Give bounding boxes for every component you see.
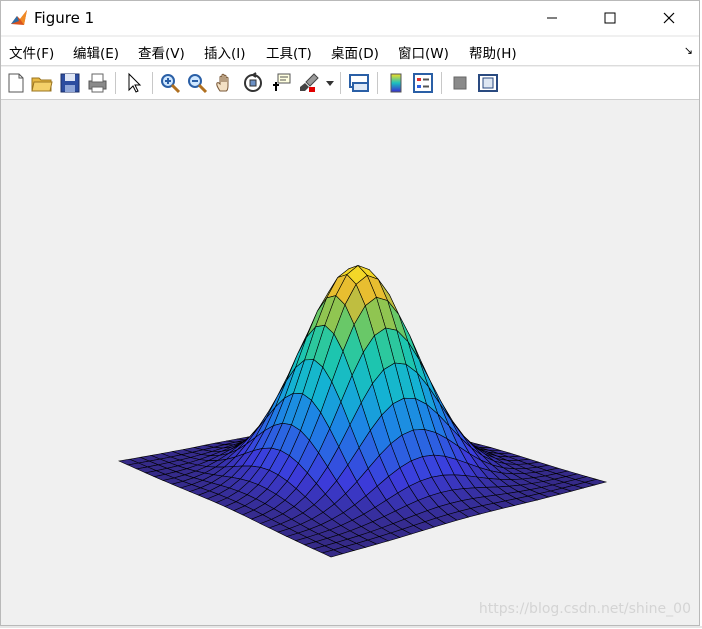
new-figure-button[interactable] — [4, 71, 28, 95]
menu-view[interactable]: 查看(V) — [138, 42, 185, 62]
legend-button[interactable] — [411, 71, 435, 95]
menu-edit[interactable]: 编辑(E) — [73, 42, 119, 62]
pan-button[interactable] — [213, 71, 237, 95]
zoom-in-icon — [161, 74, 181, 94]
rotate-3d-icon — [244, 72, 262, 92]
save-button[interactable] — [58, 71, 82, 95]
menu-window[interactable]: 窗口(W) — [398, 42, 449, 62]
link-plot-icon — [349, 74, 369, 92]
brush-dropdown-icon[interactable] — [326, 81, 334, 87]
brush-button[interactable] — [297, 71, 321, 95]
hand-pan-icon — [216, 73, 229, 92]
menu-insert[interactable]: 插入(I) — [204, 42, 246, 62]
menu-overflow-icon[interactable]: ↘ — [684, 44, 693, 57]
colorbar-button[interactable] — [384, 71, 408, 95]
maximize-button[interactable] — [587, 1, 633, 35]
zoom-in-button[interactable] — [158, 71, 182, 95]
menu-file[interactable]: 文件(F) — [9, 42, 54, 62]
toolbar-separator — [115, 72, 116, 94]
data-cursor-button[interactable] — [269, 71, 293, 95]
window-title: Figure 1 — [34, 9, 95, 27]
figure-toolbar — [1, 67, 699, 100]
folder-open-icon — [31, 77, 53, 92]
matlab-icon — [10, 9, 28, 27]
show-plot-tools-icon — [478, 74, 498, 92]
minimize-icon — [547, 17, 557, 19]
toolbar-separator — [152, 72, 153, 94]
menu-desktop[interactable]: 桌面(D) — [331, 42, 379, 62]
brush-icon — [300, 73, 319, 92]
legend-icon — [413, 73, 433, 93]
arrow-pointer-icon — [128, 72, 142, 93]
show-plot-tools-button[interactable] — [476, 71, 500, 95]
menu-bar: 文件(F) 编辑(E) 查看(V) 插入(I) 工具(T) 桌面(D) 窗口(W… — [1, 37, 699, 66]
floppy-disk-icon — [60, 73, 80, 93]
zoom-out-button[interactable] — [185, 71, 209, 95]
toolbar-separator — [441, 72, 442, 94]
printer-icon — [88, 73, 107, 93]
menu-tools[interactable]: 工具(T) — [266, 42, 312, 62]
hide-plot-tools-icon — [453, 76, 467, 90]
minimize-button[interactable] — [529, 1, 575, 35]
select-button[interactable] — [122, 71, 146, 95]
link-plot-button[interactable] — [347, 71, 371, 95]
hide-plot-tools-button[interactable] — [448, 71, 472, 95]
title-bar: Figure 1 — [1, 1, 699, 35]
toolbar-separator — [340, 72, 341, 94]
rotate-3d-button[interactable] — [241, 71, 265, 95]
watermark-text: https://blog.csdn.net/shine_00 — [478, 601, 691, 617]
figure-canvas[interactable]: https://blog.csdn.net/shine_00 — [1, 100, 699, 625]
close-icon — [663, 12, 675, 24]
close-button[interactable] — [646, 1, 692, 35]
zoom-out-icon — [188, 74, 208, 94]
print-button[interactable] — [85, 71, 109, 95]
data-tip-icon — [273, 73, 291, 91]
maximize-icon — [604, 12, 616, 24]
open-button[interactable] — [30, 71, 54, 95]
toolbar-separator — [377, 72, 378, 94]
colorbar-icon — [390, 73, 402, 93]
menu-help[interactable]: 帮助(H) — [469, 42, 517, 62]
surface-plot[interactable] — [1, 100, 699, 625]
new-document-icon — [8, 73, 24, 93]
figure-window: Figure 1 文件(F) 编辑(E) 查看(V) 插入(I) 工具(T) 桌… — [0, 0, 700, 626]
